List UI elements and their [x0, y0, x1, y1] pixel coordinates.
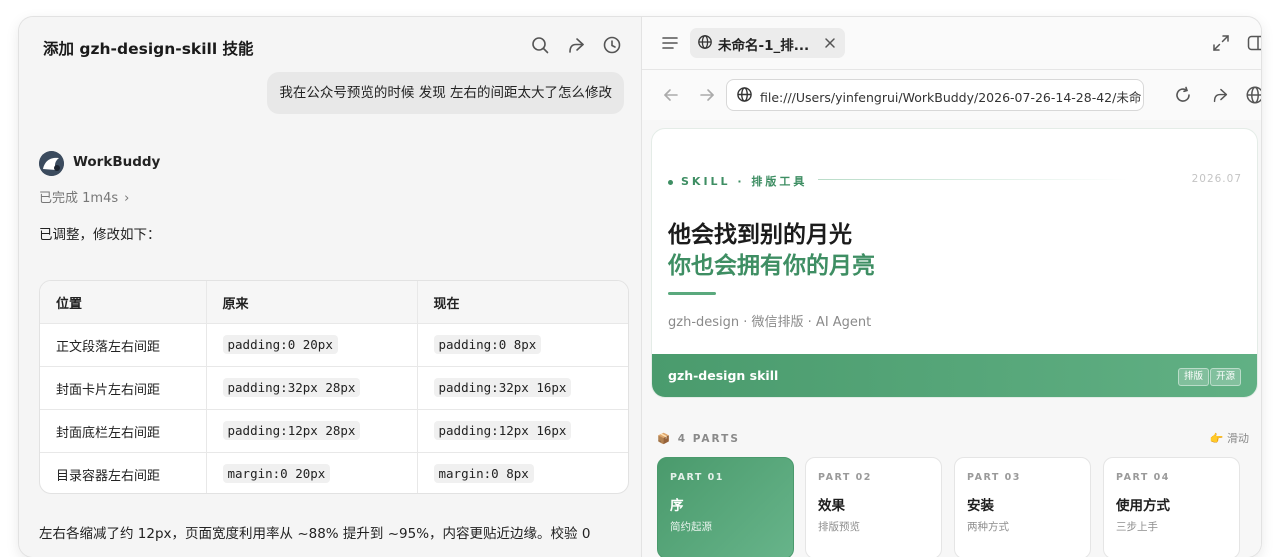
part-subtitle: 三步上手 [1116, 521, 1158, 533]
agent-name: WorkBuddy [73, 154, 161, 170]
menu-icon[interactable] [660, 33, 680, 53]
part-subtitle: 排版预览 [818, 521, 860, 533]
part-card-4[interactable]: PART 04 使用方式 三步上手 [1103, 457, 1240, 557]
tab-title: 未命名-1_排... [718, 38, 810, 54]
table-cell: 正文段落左右间距 [40, 323, 207, 367]
globe-icon [697, 34, 713, 50]
browser-panel: 未命名-1_排... file:///Users/yinfengrui/Work… [641, 17, 1261, 557]
headline-secondary: 你也会拥有你的月亮 [668, 253, 875, 279]
table-row: 封面底栏左右间距 padding:12px 28px padding:12px … [40, 409, 628, 453]
tab-bar: 未命名-1_排... [642, 17, 1261, 69]
cover-footer: gzh-design skill 排版 开源 [652, 354, 1257, 397]
cover-subtitle: gzh-design · 微信排版 · AI Agent [668, 315, 872, 330]
url-text: file:///Users/yinfengrui/WorkBuddy/2026-… [760, 90, 1142, 105]
web-page: SKILL · 排版工具 2026.07 他会找到别的月光 你也会拥有你的月亮 … [642, 120, 1261, 557]
skill-label-text: SKILL · 排版工具 [681, 175, 808, 188]
globe-icon[interactable] [1245, 85, 1261, 105]
part-subtitle: 简约起源 [670, 521, 712, 533]
panel-icon[interactable] [1246, 33, 1261, 53]
tag-badge: 排版 [1177, 368, 1209, 386]
table-cell: padding:32px 28px [206, 366, 418, 410]
table-cell: padding:12px 28px [206, 409, 418, 453]
part-title: 序 [670, 498, 684, 514]
code-value: padding:32px 16px [433, 378, 572, 397]
table-cell: 封面底栏左右间距 [40, 409, 207, 453]
globe-icon [736, 86, 753, 103]
part-title: 效果 [818, 498, 845, 514]
part-card-1[interactable]: PART 01 序 简约起源 [657, 457, 794, 557]
divider [818, 179, 1128, 180]
table-cell: 封面卡片左右间距 [40, 366, 207, 410]
part-title: 使用方式 [1116, 498, 1170, 514]
share-icon[interactable] [1210, 85, 1230, 105]
tag-badge: 开源 [1209, 368, 1241, 386]
agent-avatar [39, 151, 64, 176]
table-cell: 目录容器左右间距 [40, 452, 207, 493]
table-row: 目录容器左右间距 margin:0 20px margin:0 8px [40, 452, 628, 494]
part-kicker: PART 02 [818, 472, 872, 483]
close-icon[interactable] [822, 35, 838, 51]
conversation-title: 添加 gzh-design-skill 技能 [43, 40, 254, 58]
reply-intro: 已调整，修改如下： [39, 227, 161, 243]
address-bar: file:///Users/yinfengrui/WorkBuddy/2026-… [642, 69, 1261, 121]
code-value: margin:0 8px [433, 464, 534, 483]
table-cell: padding:0 20px [206, 323, 418, 367]
footer-title: gzh-design skill [668, 368, 779, 383]
code-value: padding:0 20px [222, 335, 338, 354]
code-value: padding:12px 16px [433, 421, 572, 440]
table-cell: padding:0 8px [417, 323, 628, 367]
changes-table: 位置 原来 现在 正文段落左右间距 padding:0 20px padding… [39, 280, 629, 494]
chat-panel: 添加 gzh-design-skill 技能 我在公众号预览的时候 发现 左右的… [19, 17, 641, 557]
reload-icon[interactable] [1173, 85, 1193, 105]
table-cell: margin:0 20px [206, 452, 418, 493]
code-value: padding:12px 28px [222, 421, 361, 440]
dot-icon [668, 179, 673, 185]
part-kicker: PART 01 [670, 472, 724, 483]
accent-divider [668, 292, 716, 295]
part-kicker: PART 04 [1116, 472, 1170, 483]
table-cell: padding:12px 16px [417, 409, 628, 453]
swipe-hint: 👉 滑动 [1209, 432, 1249, 445]
reply-summary: 左右各缩减了约 12px，页面宽度利用率从 ~88% 提升到 ~95%，内容更贴… [39, 526, 591, 542]
table-row: 正文段落左右间距 padding:0 20px padding:0 8px [40, 323, 628, 367]
forward-icon[interactable] [697, 85, 717, 105]
part-kicker: PART 03 [967, 472, 1021, 483]
table-header: 原来 [206, 281, 418, 324]
code-value: margin:0 20px [222, 464, 331, 483]
share-icon[interactable] [565, 34, 587, 56]
part-title: 安装 [967, 498, 994, 514]
table-cell: margin:0 8px [417, 453, 628, 494]
history-icon[interactable] [601, 34, 623, 56]
task-status-toggle[interactable]: 已完成 1m4s › [39, 187, 129, 206]
task-status-text: 已完成 1m4s [39, 191, 119, 206]
table-row: 封面卡片左右间距 padding:32px 28px padding:32px … [40, 366, 628, 410]
table-header-row: 位置 原来 现在 [40, 281, 628, 324]
table-cell: padding:32px 16px [417, 366, 628, 410]
app-window: 添加 gzh-design-skill 技能 我在公众号预览的时候 发现 左右的… [19, 17, 1261, 557]
cover-card: SKILL · 排版工具 2026.07 他会找到别的月光 你也会拥有你的月亮 … [651, 128, 1258, 398]
url-input[interactable]: file:///Users/yinfengrui/WorkBuddy/2026-… [726, 79, 1144, 111]
expand-icon[interactable] [1211, 33, 1231, 53]
parts-label: 📦 4 PARTS [657, 432, 740, 445]
back-icon[interactable] [661, 85, 681, 105]
parts-label-text: 4 PARTS [677, 433, 740, 445]
part-card-3[interactable]: PART 03 安装 两种方式 [954, 457, 1091, 557]
browser-tab[interactable]: 未命名-1_排... [690, 28, 845, 58]
table-header: 现在 [417, 281, 628, 324]
headline-primary: 他会找到别的月光 [668, 222, 852, 248]
chevron-right-icon: › [124, 191, 130, 206]
table-header: 位置 [40, 281, 207, 324]
part-subtitle: 两种方式 [967, 521, 1009, 533]
code-value: padding:0 8px [433, 335, 542, 354]
user-message-bubble: 我在公众号预览的时候 发现 左右的间距太大了怎么修改 [267, 72, 624, 114]
part-card-2[interactable]: PART 02 效果 排版预览 [805, 457, 942, 557]
cover-date: 2026.07 [1191, 173, 1242, 185]
package-icon: 📦 [657, 433, 673, 445]
search-icon[interactable] [529, 34, 551, 56]
skill-label: SKILL · 排版工具 [668, 173, 807, 189]
code-value: padding:32px 28px [222, 378, 361, 397]
